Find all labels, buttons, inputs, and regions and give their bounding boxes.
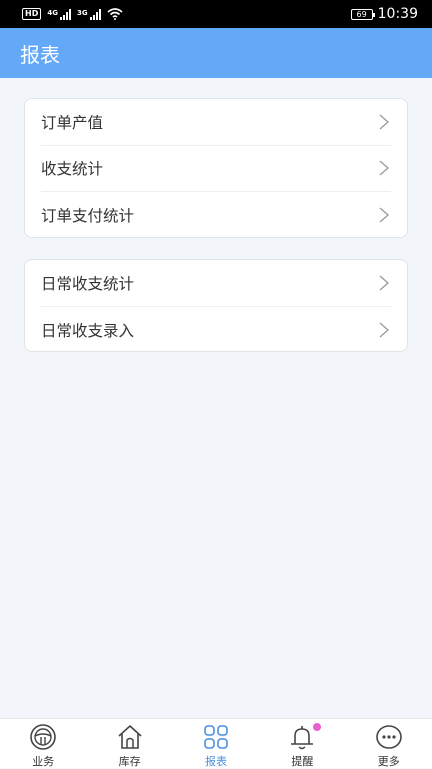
menu-item-order-payment-stats[interactable]: 订单支付统计 bbox=[41, 192, 391, 239]
chevron-right-icon bbox=[379, 322, 389, 338]
app-header: 报表 bbox=[0, 28, 432, 78]
signal-4g-icon: 4G bbox=[47, 8, 71, 20]
tab-label: 提醒 bbox=[291, 755, 314, 768]
menu-item-daily-stats[interactable]: 日常收支统计 bbox=[41, 260, 391, 307]
tab-business[interactable]: 业务 bbox=[0, 719, 86, 769]
tab-label: 报表 bbox=[204, 755, 227, 768]
tab-reports[interactable]: 报表 bbox=[173, 719, 259, 769]
status-bar: HD 4G 3G 69 10:39 bbox=[0, 0, 432, 28]
page-title: 报表 bbox=[20, 42, 60, 67]
chevron-right-icon bbox=[379, 207, 389, 223]
hd-badge: HD bbox=[22, 8, 42, 20]
notification-dot bbox=[313, 723, 322, 731]
wifi-icon bbox=[107, 8, 123, 20]
tab-reminders[interactable]: 提醒 bbox=[259, 719, 345, 769]
menu-item-label: 日常收支统计 bbox=[41, 274, 135, 293]
network-type-4g: 4G bbox=[47, 8, 58, 17]
chevron-right-icon bbox=[379, 160, 389, 176]
tab-inventory[interactable]: 库存 bbox=[87, 719, 173, 769]
chevron-right-icon bbox=[379, 114, 389, 130]
bottom-tab-bar: 业务 库存 报表 提醒 更多 bbox=[0, 718, 432, 768]
report-group-orders: 订单产值 收支统计 订单支付统计 bbox=[24, 98, 408, 238]
steering-wheel-icon bbox=[30, 724, 56, 750]
menu-item-income-expense-stats[interactable]: 收支统计 bbox=[41, 146, 391, 192]
menu-item-daily-entry[interactable]: 日常收支录入 bbox=[41, 307, 391, 354]
more-icon bbox=[375, 725, 402, 749]
battery-icon: 69 bbox=[350, 8, 375, 20]
home-icon bbox=[118, 725, 142, 749]
tab-label: 业务 bbox=[32, 755, 55, 768]
menu-item-label: 日常收支录入 bbox=[41, 321, 135, 340]
tab-label: 库存 bbox=[118, 755, 141, 768]
menu-item-order-output[interactable]: 订单产值 bbox=[41, 99, 391, 146]
report-group-daily: 日常收支统计 日常收支录入 bbox=[24, 259, 408, 352]
status-time: 10:39 bbox=[377, 6, 418, 22]
menu-item-label: 收支统计 bbox=[41, 160, 104, 179]
menu-item-label: 订单支付统计 bbox=[41, 207, 135, 226]
chevron-right-icon bbox=[379, 275, 389, 291]
menu-item-label: 订单产值 bbox=[41, 113, 104, 132]
tab-more[interactable]: 更多 bbox=[346, 719, 432, 769]
network-type-3g: 3G bbox=[76, 8, 88, 17]
status-right: 69 10:39 bbox=[350, 6, 418, 22]
status-left: HD 4G 3G bbox=[22, 8, 123, 20]
signal-3g-icon: 3G bbox=[76, 8, 101, 20]
grid-icon bbox=[204, 725, 228, 749]
tab-label: 更多 bbox=[377, 755, 400, 768]
